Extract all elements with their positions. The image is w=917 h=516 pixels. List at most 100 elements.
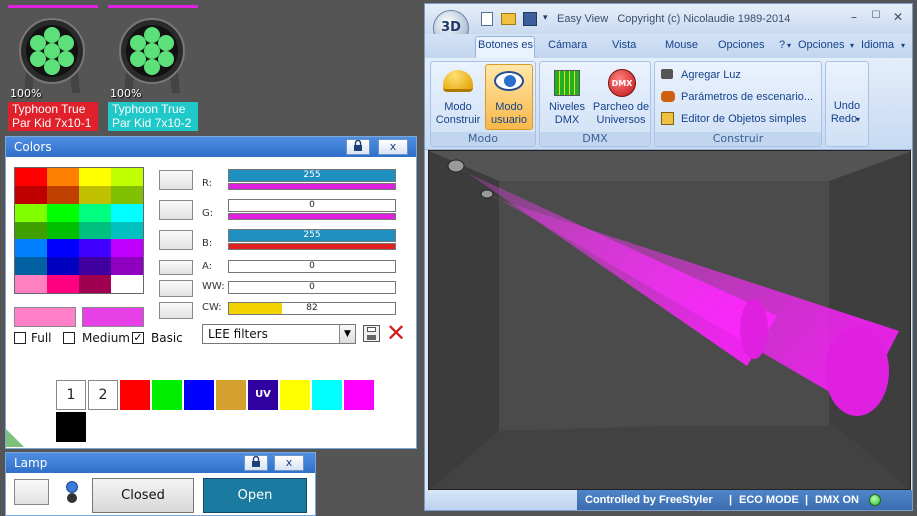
palette-swatch[interactable]	[47, 239, 79, 258]
preset-uv[interactable]: UV	[248, 380, 278, 410]
full-checkbox[interactable]	[14, 332, 26, 344]
agregar-luz-button[interactable]: Agregar Luz	[659, 66, 819, 84]
channel-b-slider[interactable]: 255	[228, 229, 396, 242]
channel-ww-button[interactable]	[159, 280, 193, 297]
new-file-icon[interactable]	[481, 12, 493, 26]
colors-close-button[interactable]: x	[378, 139, 408, 155]
delete-icon[interactable]: ✕	[386, 321, 406, 345]
channel-a-slider[interactable]: 0	[228, 260, 396, 273]
tab-help[interactable]: ?	[779, 39, 785, 51]
palette-swatch[interactable]	[15, 221, 47, 240]
palette-swatch[interactable]	[111, 239, 143, 258]
preset-amber[interactable]	[216, 380, 246, 410]
tab-idioma-chevron-icon[interactable]: ▾	[901, 41, 905, 50]
preset-magenta[interactable]	[344, 380, 374, 410]
palette-swatch[interactable]	[79, 168, 111, 186]
palette-swatch[interactable]	[47, 275, 79, 293]
editor-objetos-label: Editor de Objetos simples	[681, 113, 807, 125]
fixture-model-2[interactable]	[480, 189, 494, 199]
tab-camara[interactable]: Cámara	[548, 39, 587, 51]
palette-swatch[interactable]	[111, 221, 143, 240]
close-button[interactable]: ✕	[889, 10, 907, 24]
basic-checkbox[interactable]: ✓	[132, 332, 144, 344]
channel-cw-slider[interactable]: 82	[228, 302, 396, 315]
medium-checkbox[interactable]	[63, 332, 75, 344]
channel-a-button[interactable]	[159, 260, 193, 275]
lock-icon[interactable]	[346, 139, 370, 155]
parametros-escenario-button[interactable]: Parámetros de escenario...	[659, 88, 821, 106]
minimize-button[interactable]: –	[845, 10, 863, 24]
channel-r-slider[interactable]: 255	[228, 169, 396, 182]
palette-swatch[interactable]	[79, 221, 111, 240]
palette-swatch[interactable]	[47, 221, 79, 240]
quick-access-chevron-icon[interactable]: ▾	[543, 13, 548, 23]
spotlight-icon	[661, 69, 673, 79]
palette-swatch[interactable]	[15, 275, 47, 293]
channel-b-button[interactable]	[159, 230, 193, 250]
preset-yellow[interactable]	[280, 380, 310, 410]
tab-mouse[interactable]: Mouse	[665, 39, 698, 51]
tab-opciones-chevron-icon[interactable]: ▾	[850, 41, 854, 50]
app-titlebar: 3D ▾ Easy View Copyright (c) Nicolaudie …	[425, 4, 912, 46]
preset-blue[interactable]	[184, 380, 214, 410]
channel-r-button[interactable]	[159, 170, 193, 190]
fixture-1[interactable]: 100% Typhoon True Par Kid 7x10-1	[8, 5, 98, 131]
palette-swatch[interactable]	[79, 257, 111, 276]
palette-swatch[interactable]	[79, 203, 111, 222]
resize-grip-icon[interactable]	[6, 429, 24, 447]
channel-cw-button[interactable]	[159, 302, 193, 319]
palette-swatch[interactable]	[47, 185, 79, 204]
palette-swatch[interactable]	[111, 275, 143, 293]
preset-2[interactable]: 2	[88, 380, 118, 410]
save-icon[interactable]	[523, 12, 537, 26]
fixture-2[interactable]: 100% Typhoon True Par Kid 7x10-2	[108, 5, 198, 131]
filter-select[interactable]: LEE filters ▼	[202, 324, 356, 344]
palette-swatch[interactable]	[111, 185, 143, 204]
palette-swatch[interactable]	[47, 168, 79, 186]
channel-g-button[interactable]	[159, 200, 193, 220]
tab-opciones-2[interactable]: Opciones	[798, 39, 844, 51]
parcheo-universos-button[interactable]: DMX Parcheo de Universos	[592, 64, 650, 130]
channel-ww-slider[interactable]: 0	[228, 281, 396, 294]
lamp-close-button[interactable]: x	[274, 455, 304, 471]
color-palette-grid[interactable]	[14, 167, 144, 294]
palette-swatch[interactable]	[111, 203, 143, 222]
chevron-down-icon[interactable]: ▼	[339, 325, 355, 343]
undo-redo-button[interactable]: Undo Redo ▾	[826, 98, 868, 130]
palette-swatch[interactable]	[79, 275, 111, 293]
maximize-button[interactable]: ☐	[867, 10, 885, 24]
lock-icon[interactable]	[244, 455, 268, 471]
tab-opciones-1[interactable]: Opciones	[718, 39, 770, 51]
tab-idioma[interactable]: Idioma	[861, 39, 894, 51]
preset-green[interactable]	[152, 380, 182, 410]
channel-g-slider[interactable]: 0	[228, 199, 396, 212]
preset-cyan[interactable]	[312, 380, 342, 410]
lamp-closed-button[interactable]: Closed	[92, 478, 194, 513]
palette-swatch[interactable]	[15, 185, 47, 204]
3d-viewport[interactable]	[428, 150, 911, 490]
preset-red[interactable]	[120, 380, 150, 410]
palette-swatch[interactable]	[47, 203, 79, 222]
palette-swatch[interactable]	[15, 257, 47, 276]
palette-swatch[interactable]	[15, 239, 47, 258]
fixture-model-1[interactable]	[447, 159, 465, 173]
editor-objetos-button[interactable]: Editor de Objetos simples	[659, 110, 821, 128]
modo-usuario-button[interactable]: Modo usuario	[485, 64, 533, 130]
modo-construir-button[interactable]: Modo Construir	[433, 64, 483, 130]
tab-vista[interactable]: Vista	[612, 39, 636, 51]
palette-swatch[interactable]	[111, 257, 143, 276]
save-icon[interactable]	[363, 325, 380, 342]
palette-swatch[interactable]	[79, 239, 111, 258]
lamp-state-button[interactable]	[14, 479, 49, 505]
palette-swatch[interactable]	[15, 168, 47, 186]
tab-help-chevron-icon[interactable]: ▾	[787, 41, 791, 50]
palette-swatch[interactable]	[47, 257, 79, 276]
palette-swatch[interactable]	[15, 203, 47, 222]
palette-swatch[interactable]	[111, 168, 143, 186]
niveles-dmx-button[interactable]: Niveles DMX	[542, 64, 592, 130]
palette-swatch[interactable]	[79, 185, 111, 204]
preset-1[interactable]: 1	[56, 380, 86, 410]
lamp-open-button[interactable]: Open	[203, 478, 307, 513]
open-folder-icon[interactable]	[501, 13, 516, 25]
preset-black[interactable]	[56, 412, 86, 442]
